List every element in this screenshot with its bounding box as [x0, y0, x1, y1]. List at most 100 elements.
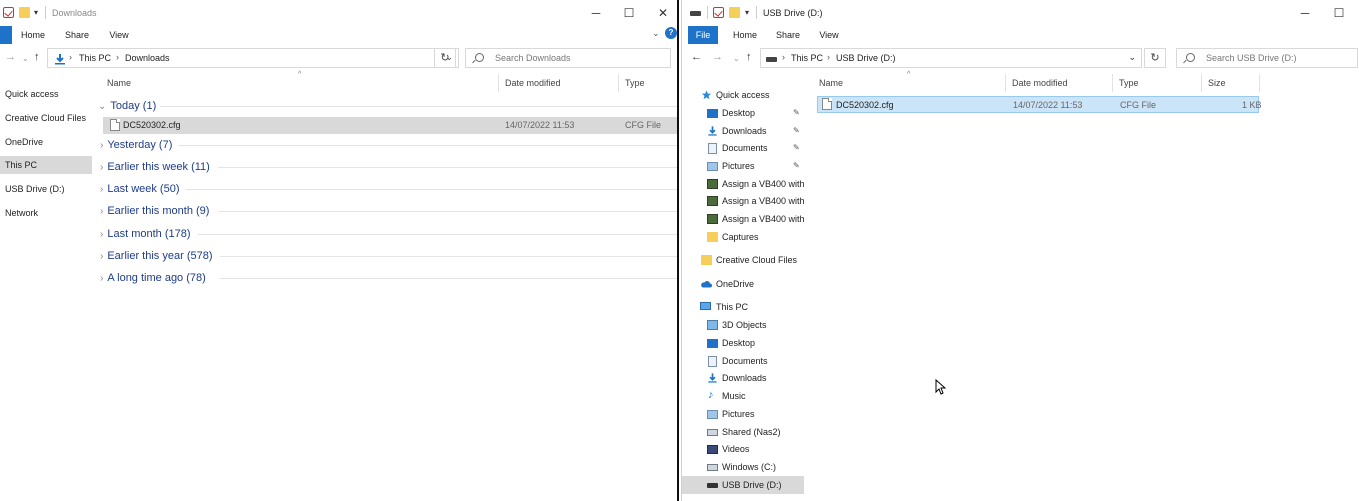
address-dropdown-icon[interactable]: ⌄	[1128, 52, 1136, 63]
file-row[interactable]: DC520302.cfg 14/07/2022 11:53 CFG File 1…	[817, 96, 1262, 113]
pin-icon[interactable]: ✎	[793, 104, 800, 122]
minimize-button[interactable]: ─	[581, 4, 611, 22]
quick-access-toolbar-dropdown-icon[interactable]: ▾	[34, 8, 38, 17]
breadcrumb-usb-drive[interactable]: USB Drive (D:)	[836, 53, 896, 63]
expand-chevron-icon[interactable]: ›	[100, 229, 103, 240]
nav-item-3d-objects[interactable]: 3D Objects	[682, 316, 804, 334]
group-header-today[interactable]: ⌄ Today (1)	[98, 96, 156, 116]
tab-share[interactable]: Share	[61, 26, 93, 44]
nav-item-quick-access[interactable]: Quick access	[0, 85, 92, 103]
nav-item-assign-vb400-3[interactable]: Assign a VB400 with T	[682, 210, 804, 228]
nav-item-desktop-pc[interactable]: Desktop	[682, 334, 804, 352]
column-separator[interactable]	[1112, 74, 1113, 92]
column-separator[interactable]	[1201, 74, 1202, 92]
expand-chevron-icon[interactable]: ›	[100, 206, 103, 217]
title-bar[interactable]: ▾ USB Drive (D:) ─ ☐	[682, 0, 1359, 26]
collapse-chevron-icon[interactable]: ⌄	[98, 101, 106, 112]
nav-item-onedrive[interactable]: OneDrive	[682, 275, 804, 293]
back-button[interactable]: →	[5, 50, 16, 64]
recent-locations-icon[interactable]: ⌄	[733, 52, 740, 66]
nav-item-downloads-pc[interactable]: Downloads	[682, 369, 804, 387]
nav-item-usb-drive[interactable]: USB Drive (D:)	[682, 476, 804, 494]
refresh-button[interactable]: ↻	[1144, 48, 1166, 68]
nav-item-desktop[interactable]: Desktop ✎	[682, 104, 804, 122]
column-header-date-modified[interactable]: Date modified	[1012, 70, 1068, 94]
nav-item-windows-c[interactable]: Windows (C:)	[682, 458, 804, 476]
nav-item-pictures-pc[interactable]: Pictures	[682, 405, 804, 423]
new-folder-icon[interactable]	[19, 7, 30, 18]
nav-item-quick-access[interactable]: Quick access	[682, 86, 804, 104]
address-bar[interactable]: › This PC › Downloads ⌄	[47, 48, 459, 68]
title-bar[interactable]: ▾ Downloads ─ ☐ ✕	[0, 0, 677, 26]
up-button[interactable]: ↑	[746, 50, 752, 64]
close-button[interactable]: ✕	[648, 4, 677, 22]
column-header-type[interactable]: Type	[625, 70, 645, 94]
new-folder-icon[interactable]	[729, 7, 740, 18]
tab-view[interactable]: View	[813, 26, 845, 44]
pin-icon[interactable]: ✎	[793, 139, 800, 157]
nav-item-this-pc[interactable]: This PC	[682, 298, 804, 316]
group-header-earlier-this-year[interactable]: › Earlier this year (578)	[100, 246, 213, 266]
group-header-yesterday[interactable]: › Yesterday (7)	[100, 135, 172, 155]
nav-item-network[interactable]: Network	[0, 204, 92, 222]
nav-item-documents[interactable]: Documents ✎	[682, 139, 804, 157]
expand-chevron-icon[interactable]: ›	[100, 162, 103, 173]
help-icon[interactable]: ?	[665, 27, 677, 39]
breadcrumb-this-pc[interactable]: This PC	[79, 53, 111, 63]
nav-item-videos[interactable]: Videos	[682, 440, 804, 458]
nav-item-downloads[interactable]: Downloads ✎	[682, 122, 804, 140]
breadcrumb-this-pc[interactable]: This PC	[791, 53, 823, 63]
pin-icon[interactable]: ✎	[793, 157, 800, 175]
tab-file[interactable]: File	[688, 26, 718, 44]
ribbon-expand-icon[interactable]: ⌄	[652, 28, 660, 39]
expand-chevron-icon[interactable]: ›	[100, 273, 103, 284]
nav-item-usb-drive[interactable]: USB Drive (D:)	[0, 180, 92, 198]
group-header-earlier-this-month[interactable]: › Earlier this month (9)	[100, 201, 209, 221]
expand-chevron-icon[interactable]: ›	[100, 140, 103, 151]
breadcrumb-downloads[interactable]: Downloads	[125, 53, 170, 63]
up-button[interactable]: ↑	[34, 50, 40, 64]
column-separator[interactable]	[498, 74, 499, 92]
expand-chevron-icon[interactable]: ›	[100, 251, 103, 262]
column-header-size[interactable]: Size	[1208, 70, 1226, 94]
minimize-button[interactable]: ─	[1290, 4, 1320, 22]
pin-icon[interactable]: ✎	[793, 122, 800, 140]
group-header-a-long-time-ago[interactable]: › A long time ago (78)	[100, 268, 206, 288]
expand-chevron-icon[interactable]: ›	[100, 184, 103, 195]
address-bar[interactable]: › This PC › USB Drive (D:) ⌄	[760, 48, 1142, 68]
back-button[interactable]: ←	[691, 50, 702, 64]
file-row[interactable]: DC520302.cfg 14/07/2022 11:53 CFG File	[103, 117, 677, 134]
nav-item-creative-cloud[interactable]: Creative Cloud Files	[682, 251, 804, 269]
maximize-button[interactable]: ☐	[614, 4, 644, 22]
nav-item-pictures[interactable]: Pictures ✎	[682, 157, 804, 175]
group-header-last-month[interactable]: › Last month (178)	[100, 224, 191, 244]
group-header-earlier-this-week[interactable]: › Earlier this week (11)	[100, 157, 210, 177]
nav-item-assign-vb400-1[interactable]: Assign a VB400 with I	[682, 175, 804, 193]
tab-home[interactable]: Home	[17, 26, 49, 44]
nav-item-creative-cloud[interactable]: Creative Cloud Files	[0, 109, 92, 127]
column-header-type[interactable]: Type	[1119, 70, 1139, 94]
tab-view[interactable]: View	[103, 26, 135, 44]
column-header-date-modified[interactable]: Date modified	[505, 70, 561, 94]
quick-access-toolbar-dropdown-icon[interactable]: ▾	[745, 8, 749, 17]
column-separator[interactable]	[1005, 74, 1006, 92]
search-box[interactable]: Search Downloads	[465, 48, 671, 68]
column-separator[interactable]	[1259, 74, 1260, 92]
group-header-last-week[interactable]: › Last week (50)	[100, 179, 180, 199]
maximize-button[interactable]: ☐	[1324, 4, 1354, 22]
forward-button[interactable]: →	[712, 50, 723, 64]
nav-item-captures[interactable]: Captures	[682, 228, 804, 246]
column-header-name[interactable]: Name	[107, 70, 131, 94]
column-header-name[interactable]: Name	[819, 70, 843, 94]
column-separator[interactable]	[618, 74, 619, 92]
search-box[interactable]: Search USB Drive (D:)	[1176, 48, 1358, 68]
nav-item-this-pc[interactable]: This PC	[0, 156, 92, 174]
properties-icon[interactable]	[713, 7, 724, 18]
tab-share[interactable]: Share	[772, 26, 804, 44]
properties-icon[interactable]	[3, 7, 14, 18]
nav-item-assign-vb400-2[interactable]: Assign a VB400 with S	[682, 192, 804, 210]
tab-home[interactable]: Home	[729, 26, 761, 44]
nav-item-onedrive[interactable]: OneDrive	[0, 133, 92, 151]
nav-item-shared-nas2[interactable]: Shared (Nas2)	[682, 423, 804, 441]
refresh-button[interactable]: ↻	[434, 48, 456, 68]
